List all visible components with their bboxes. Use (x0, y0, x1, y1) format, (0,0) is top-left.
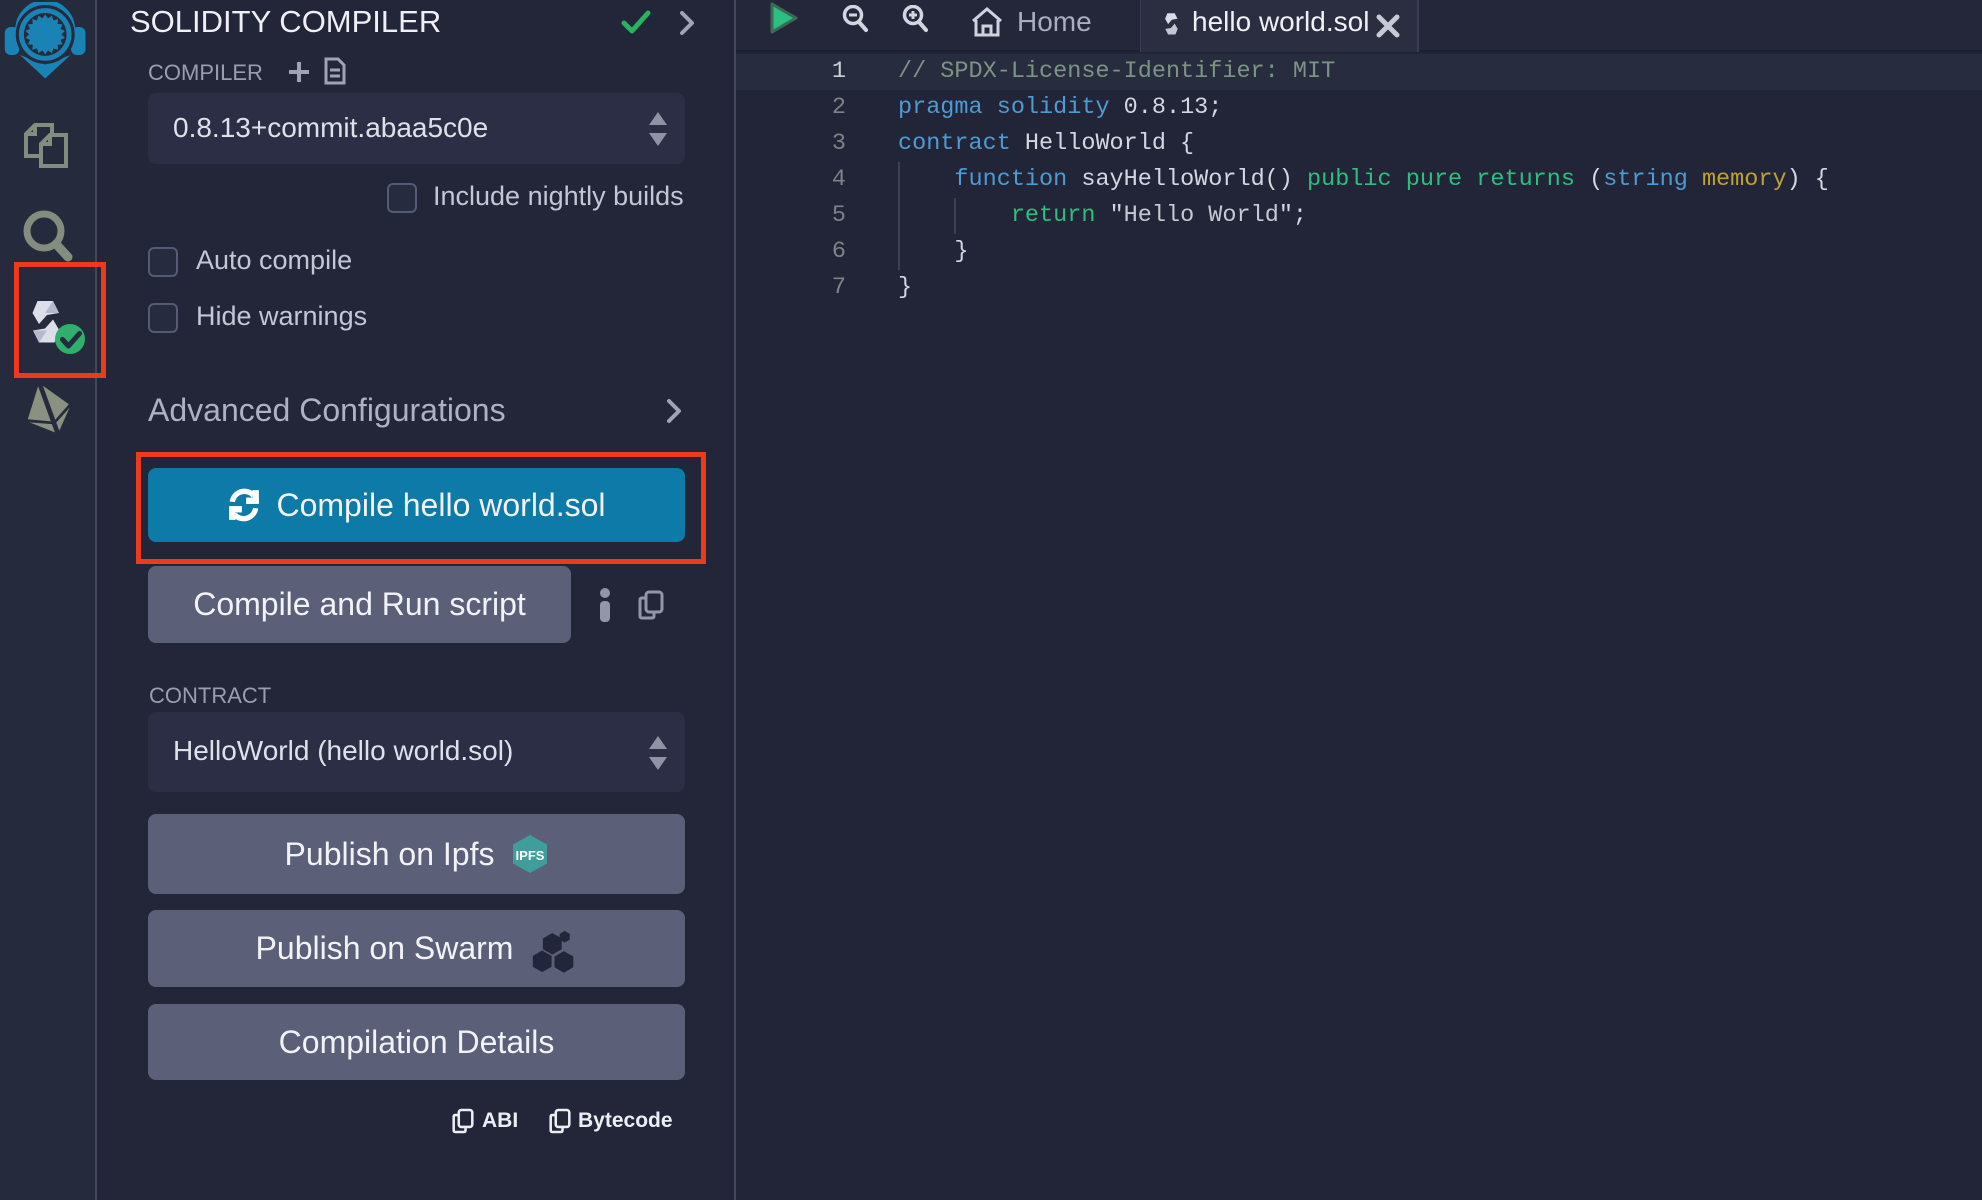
svg-text:IPFS: IPFS (516, 848, 545, 863)
